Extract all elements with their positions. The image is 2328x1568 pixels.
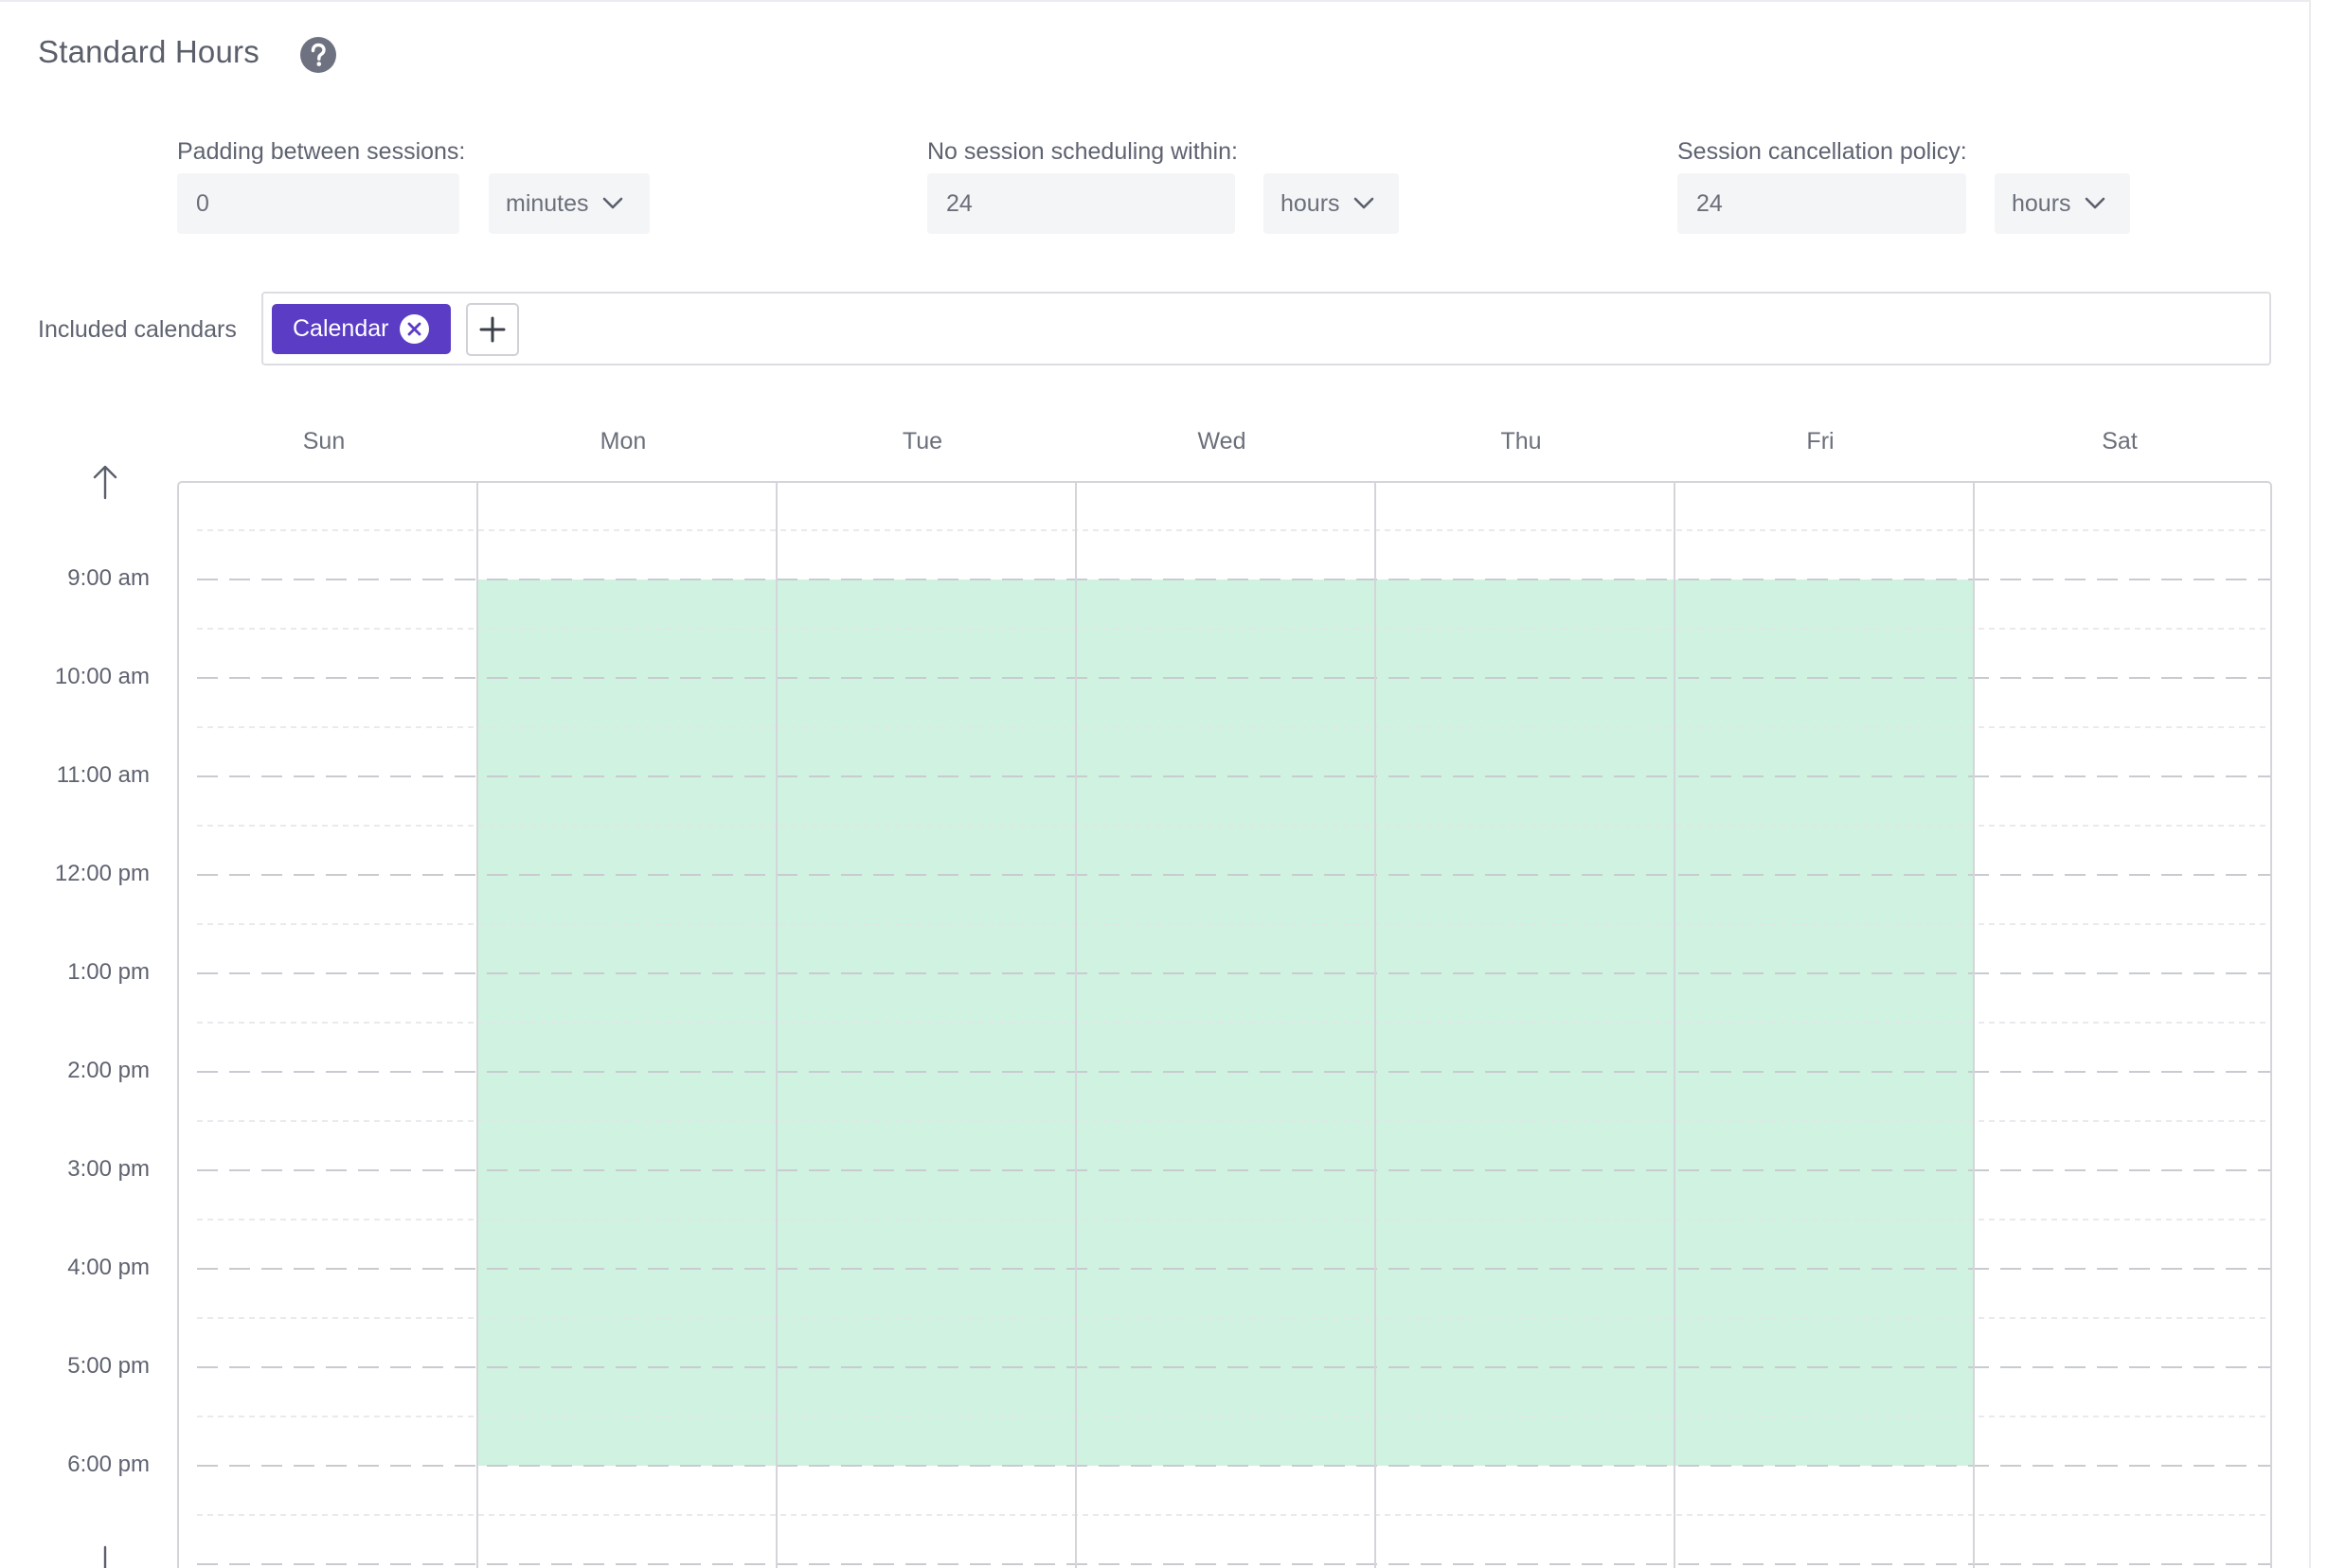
- schedule-grid[interactable]: [0, 0, 2328, 1568]
- available-block-wed[interactable]: [1076, 579, 1375, 1466]
